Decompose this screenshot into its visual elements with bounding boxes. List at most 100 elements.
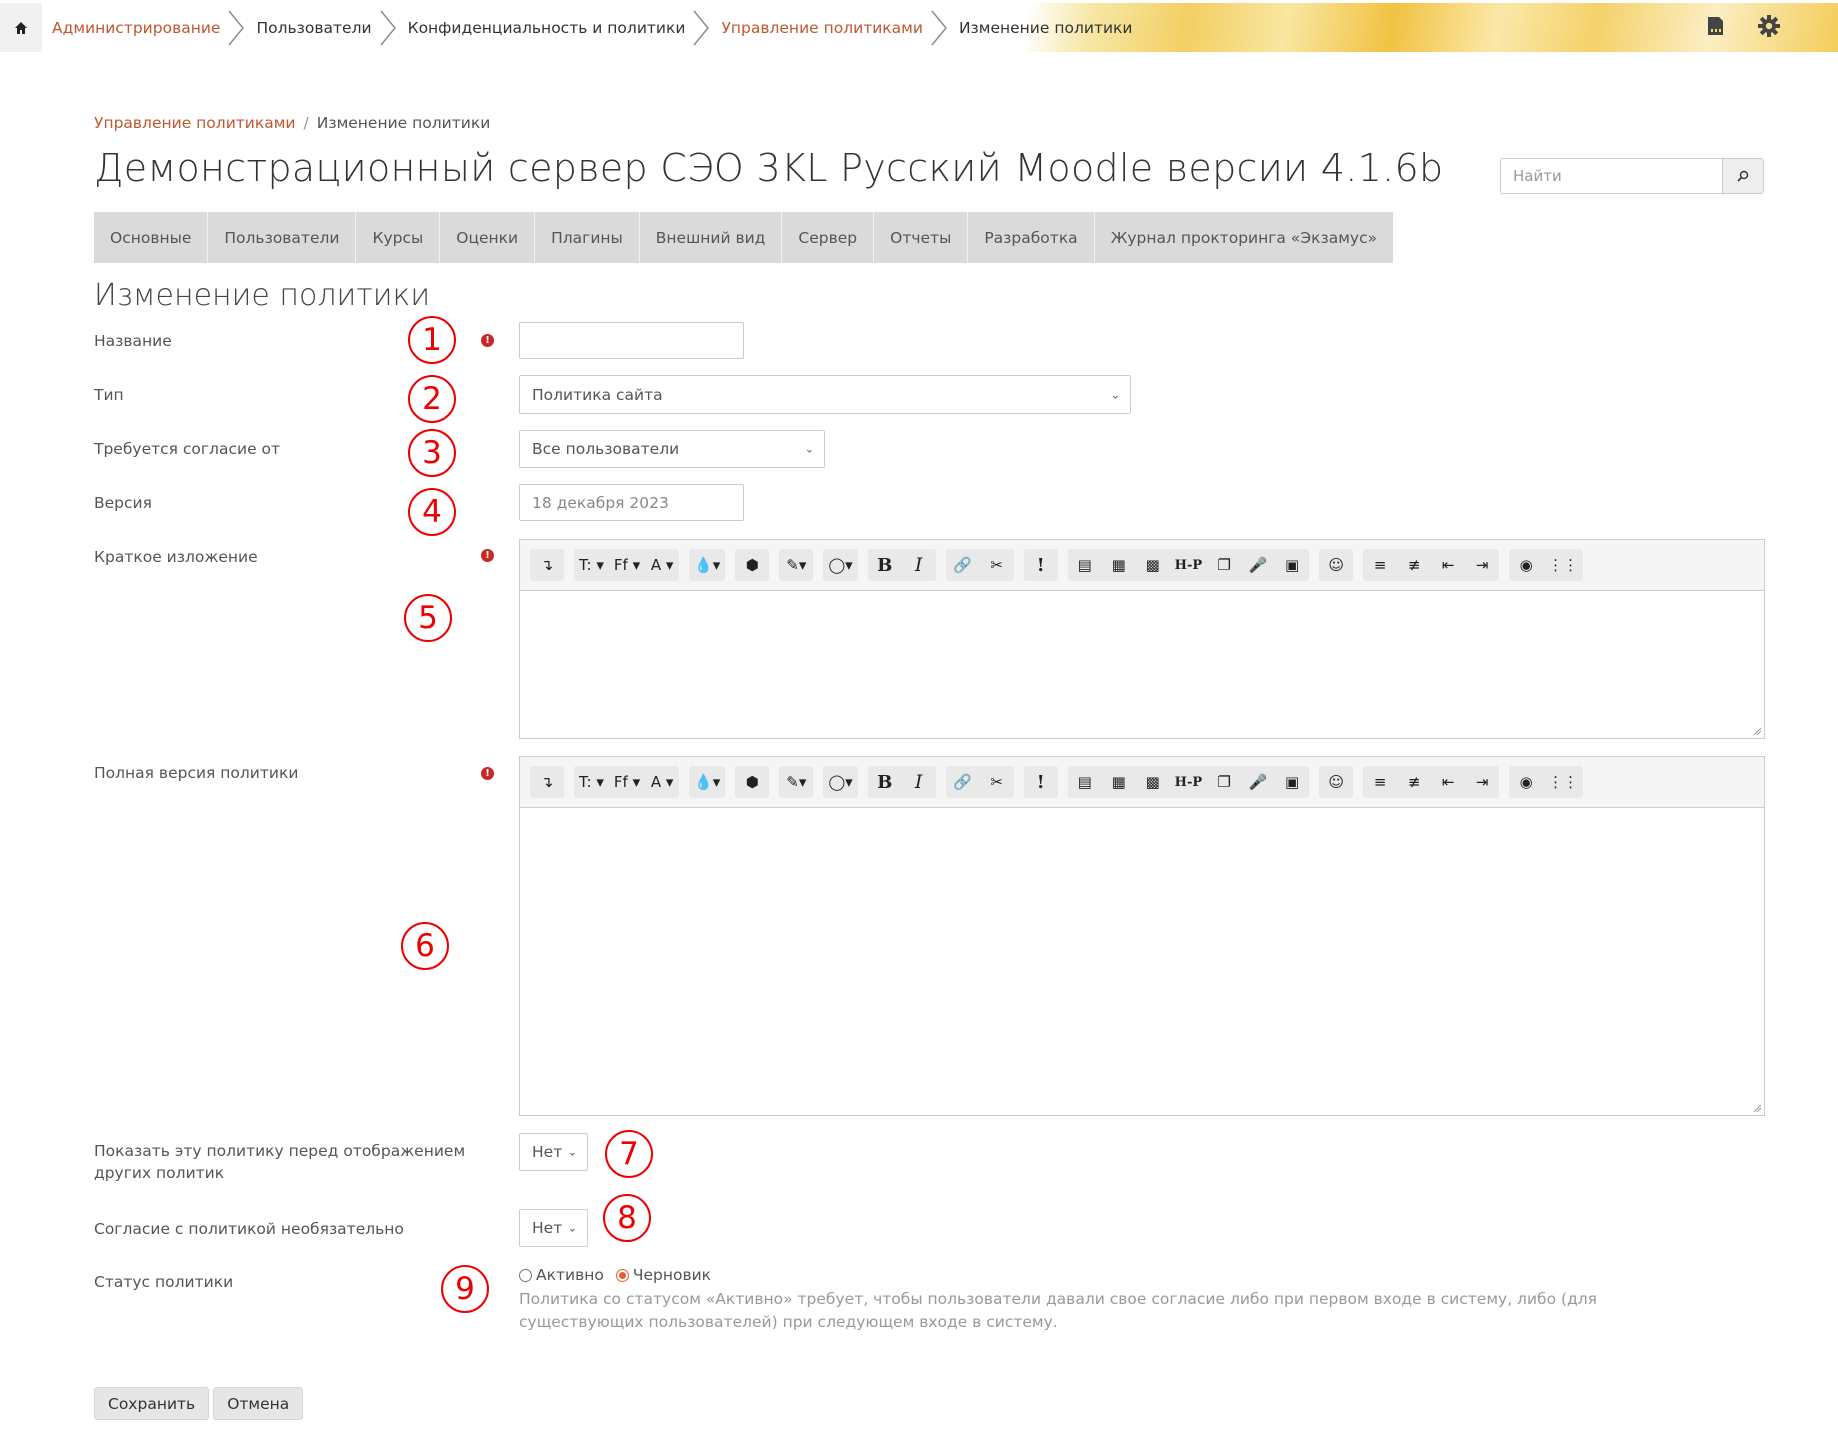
bullet-list-icon[interactable]: ≡	[1363, 549, 1397, 581]
numbered-list-icon[interactable]: ≢	[1397, 549, 1431, 581]
styles-icon[interactable]: ✎▾	[779, 549, 813, 581]
cube-icon[interactable]: ⬢	[735, 766, 769, 798]
optional-select[interactable]: Нет ⌄	[519, 1209, 588, 1247]
numbered-list-icon[interactable]: ≢	[1397, 766, 1431, 798]
version-input[interactable]: 18 декабря 2023	[519, 484, 744, 521]
name-input[interactable]	[519, 322, 744, 359]
italic-icon[interactable]: I	[902, 766, 936, 798]
more-icon[interactable]: ⋮⋮	[1543, 766, 1583, 798]
consent-select[interactable]: Все пользователи ⌄	[519, 430, 825, 468]
home-icon	[15, 21, 27, 34]
manage-files-icon[interactable]: ❐	[1207, 766, 1241, 798]
image-icon[interactable]: ▦	[1102, 766, 1136, 798]
tab-appearance[interactable]: Внешний вид	[640, 212, 783, 263]
accessibility-icon[interactable]: ◉	[1509, 766, 1543, 798]
font-color-button[interactable]: A ▾	[645, 766, 679, 798]
version-label: Версия	[94, 494, 152, 512]
indent-icon[interactable]: ⇥	[1465, 766, 1499, 798]
image-file-icon[interactable]: ▤	[1068, 549, 1102, 581]
emoji-icon[interactable]: ☺	[1319, 549, 1353, 581]
manage-files-icon[interactable]: ❐	[1207, 549, 1241, 581]
text-size-button[interactable]: T: ▾	[574, 766, 609, 798]
crumb-privacy[interactable]: Конфиденциальность и политики	[408, 19, 686, 37]
text-size-button[interactable]: T: ▾	[574, 549, 609, 581]
indent-icon[interactable]: ⇥	[1465, 549, 1499, 581]
tab-users[interactable]: Пользователи	[208, 212, 357, 263]
tab-server[interactable]: Сервер	[782, 212, 875, 263]
status-active-radio[interactable]	[519, 1268, 532, 1282]
show-before-select[interactable]: Нет ⌄	[519, 1133, 588, 1171]
resize-handle-icon[interactable]	[1752, 1103, 1762, 1113]
search-button[interactable]	[1722, 158, 1764, 194]
resize-handle-icon[interactable]	[1752, 726, 1762, 736]
unlink-icon[interactable]: ✂	[980, 766, 1014, 798]
top-breadcrumb: Администрирование Пользователи Конфиденц…	[52, 0, 1132, 56]
video-icon[interactable]: ▣	[1275, 766, 1309, 798]
background-color-icon[interactable]: 💧▾	[689, 549, 725, 581]
undo-icon[interactable]: ↴	[530, 766, 564, 798]
cancel-button[interactable]: Отмена	[213, 1387, 304, 1420]
microphone-icon[interactable]: 🎤	[1241, 549, 1275, 581]
tab-reports[interactable]: Отчеты	[874, 212, 969, 263]
bold-icon[interactable]: B	[868, 766, 902, 798]
font-button[interactable]: Ff ▾	[609, 766, 645, 798]
accessibility-icon[interactable]: ◉	[1509, 549, 1543, 581]
lightbulb-icon[interactable]: ◯▾	[823, 766, 857, 798]
gear-icon[interactable]	[1758, 14, 1780, 38]
h5p-icon[interactable]: H-P	[1170, 766, 1207, 798]
marker-6: 6	[401, 922, 449, 970]
save-button[interactable]: Сохранить	[94, 1387, 210, 1420]
link-icon[interactable]: 🔗	[946, 766, 980, 798]
styles-icon[interactable]: ✎▾	[779, 766, 813, 798]
admin-nav-tabs: Основные Пользователи Курсы Оценки Плаги…	[94, 212, 1394, 263]
crumb-manage-policies[interactable]: Управление политиками	[721, 19, 923, 37]
italic-icon[interactable]: I	[902, 549, 936, 581]
link-icon[interactable]: 🔗	[946, 549, 980, 581]
tab-grades[interactable]: Оценки	[440, 212, 536, 263]
image-icon[interactable]: ▦	[1102, 549, 1136, 581]
lightbulb-icon[interactable]: ◯▾	[823, 549, 857, 581]
tab-general[interactable]: Основные	[94, 212, 209, 263]
tab-plugins[interactable]: Плагины	[535, 212, 640, 263]
sd-card-icon[interactable]	[1704, 14, 1726, 38]
tab-examus-log[interactable]: Журнал прокторинга «Экзамус»	[1095, 212, 1393, 263]
header-actions	[1704, 14, 1780, 38]
unlink-icon[interactable]: ✂	[980, 549, 1014, 581]
marker-9: 9	[441, 1265, 489, 1313]
outdent-icon[interactable]: ⇤	[1431, 549, 1465, 581]
media-icon[interactable]: ▩	[1136, 766, 1170, 798]
tab-courses[interactable]: Курсы	[356, 212, 441, 263]
breadcrumb-manage-policies[interactable]: Управление политиками	[94, 114, 296, 132]
status-help-text: Политика со статусом «Активно» требует, …	[519, 1290, 1597, 1331]
search-input[interactable]: Найти	[1500, 158, 1722, 194]
tab-development[interactable]: Разработка	[968, 212, 1095, 263]
status-draft-label: Черновик	[632, 1266, 712, 1284]
required-icon: !	[481, 549, 494, 562]
more-icon[interactable]: ⋮⋮	[1543, 549, 1583, 581]
exclamation-icon[interactable]: !	[1024, 549, 1058, 581]
exclamation-icon[interactable]: !	[1024, 766, 1058, 798]
type-select[interactable]: Политика сайта ⌄	[519, 375, 1131, 414]
bullet-list-icon[interactable]: ≡	[1363, 766, 1397, 798]
image-file-icon[interactable]: ▤	[1068, 766, 1102, 798]
video-icon[interactable]: ▣	[1275, 549, 1309, 581]
font-button[interactable]: Ff ▾	[609, 549, 645, 581]
marker-4: 4	[408, 488, 456, 536]
font-color-button[interactable]: A ▾	[645, 549, 679, 581]
media-icon[interactable]: ▩	[1136, 549, 1170, 581]
home-button[interactable]	[0, 3, 42, 52]
cube-icon[interactable]: ⬢	[735, 549, 769, 581]
background-color-icon[interactable]: 💧▾	[689, 766, 725, 798]
outdent-icon[interactable]: ⇤	[1431, 766, 1465, 798]
chevron-down-icon: ⌄	[567, 1145, 577, 1159]
show-before-value: Нет	[532, 1143, 563, 1161]
bold-icon[interactable]: B	[868, 549, 902, 581]
crumb-users[interactable]: Пользователи	[256, 19, 371, 37]
microphone-icon[interactable]: 🎤	[1241, 766, 1275, 798]
h5p-icon[interactable]: H-P	[1170, 549, 1207, 581]
editor-toolbar: ↴ T: ▾ Ff ▾ A ▾ 💧▾ ⬢ ✎▾ ◯▾ B I 🔗 ✂ ! ▤ ▦…	[520, 540, 1764, 591]
undo-icon[interactable]: ↴	[530, 549, 564, 581]
emoji-icon[interactable]: ☺	[1319, 766, 1353, 798]
crumb-administration[interactable]: Администрирование	[52, 19, 220, 37]
status-draft-radio[interactable]	[615, 1268, 629, 1282]
